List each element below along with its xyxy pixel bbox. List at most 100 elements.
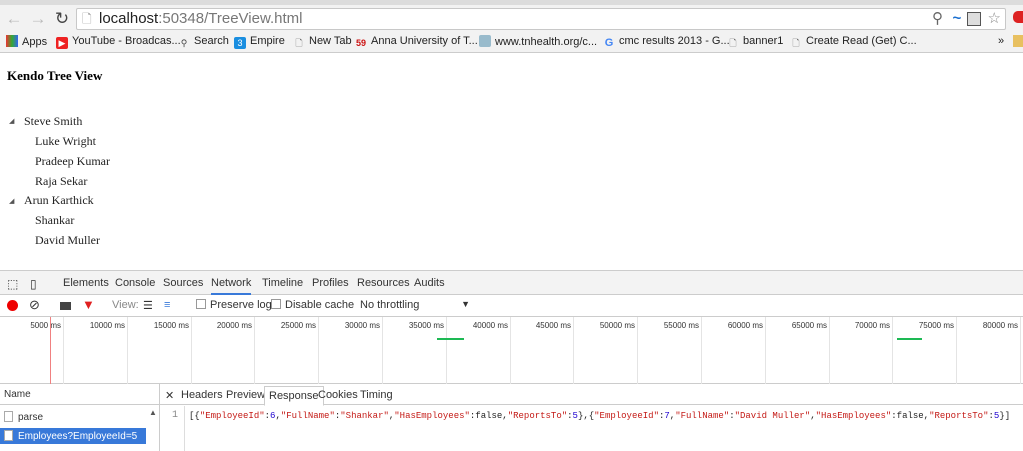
- tree-node[interactable]: Pradeep Kumar: [35, 154, 110, 169]
- bookmark-create-read[interactable]: 🗋 Create Read (Get) C...: [790, 35, 916, 49]
- google-icon: G: [604, 37, 614, 49]
- bookmark-banner1[interactable]: 🗋 banner1: [727, 35, 783, 49]
- request-detail: ✕ Headers Preview Response Cookies Timin…: [160, 384, 1023, 451]
- network-overview-timeline[interactable]: 5000 ms 10000 ms 15000 ms 20000 ms 25000 ms 3…: [0, 317, 1023, 384]
- file-icon: [4, 430, 13, 441]
- response-line: [{"EmployeeId":6,"FullName":"Shankar","H…: [189, 411, 1010, 421]
- record-button[interactable]: [7, 300, 18, 311]
- empire-icon: 3: [234, 37, 246, 49]
- bookmark-youtube[interactable]: ▶ YouTube - Broadcas...: [56, 35, 181, 49]
- timeline-tick: 10000 ms: [64, 317, 128, 384]
- bookmark-search[interactable]: ⚲ Search: [178, 35, 229, 49]
- response-body[interactable]: 1 [{"EmployeeId":6,"FullName":"Shankar",…: [160, 406, 1023, 451]
- disable-cache-checkbox[interactable]: Disable cache: [271, 299, 354, 311]
- tab-resources[interactable]: Resources: [357, 277, 410, 289]
- json-string: "ReportsTo": [929, 411, 989, 421]
- tab-headers[interactable]: Headers: [181, 389, 223, 401]
- extension-shield-icon[interactable]: [967, 12, 981, 26]
- timeline-tick: 25000 ms: [255, 317, 319, 384]
- devtools-panel: ⬚ ▯ Elements Console Sources Network Tim…: [0, 270, 1023, 451]
- network-toolbar: ⊘ ▼ View: ☰ ≡ Preserve log Disable cache…: [0, 295, 1023, 317]
- bookmark-anna-university[interactable]: 59 Anna University of T...: [355, 35, 478, 49]
- throttling-select[interactable]: No throttling ▼: [360, 299, 472, 311]
- timeline-tick: 60000 ms: [702, 317, 766, 384]
- tree-node[interactable]: Arun Karthick: [24, 193, 94, 208]
- forward-button[interactable]: →: [28, 9, 48, 29]
- tab-console[interactable]: Console: [115, 277, 155, 289]
- chevron-down-icon: ▼: [461, 299, 470, 309]
- back-button[interactable]: ←: [4, 9, 24, 29]
- folder-icon[interactable]: [1013, 35, 1023, 47]
- bookmark-apps[interactable]: Apps: [6, 35, 47, 48]
- load-event-marker: [50, 317, 51, 384]
- tab-preview[interactable]: Preview: [226, 389, 265, 401]
- waterfall-view-icon[interactable]: ≡: [164, 299, 170, 311]
- timeline-tick: 30000 ms: [319, 317, 383, 384]
- tree-node[interactable]: Luke Wright: [35, 134, 96, 149]
- json-string: "David Muller": [734, 411, 811, 421]
- tab-sources[interactable]: Sources: [163, 277, 203, 289]
- tab-network[interactable]: Network: [211, 277, 252, 295]
- json-punctuation: :false,: [469, 411, 508, 421]
- tab-response[interactable]: Response: [264, 386, 324, 406]
- bookmarks-overflow[interactable]: »: [998, 35, 1004, 47]
- view-label: View:: [112, 299, 139, 311]
- tab-elements[interactable]: Elements: [63, 277, 109, 289]
- extension-icon[interactable]: ~: [952, 9, 961, 29]
- tree-node[interactable]: David Muller: [35, 233, 100, 248]
- bookmark-tnhealth[interactable]: www.tnhealth.org/c...: [479, 35, 597, 48]
- request-row-selected[interactable]: Employees?EmployeeId=5: [0, 428, 146, 444]
- tree-node[interactable]: Steve Smith: [24, 114, 82, 129]
- json-punctuation: [{: [189, 411, 200, 421]
- timeline-tick: 50000 ms: [574, 317, 638, 384]
- tree-node[interactable]: Raja Sekar: [35, 174, 87, 189]
- bookmark-new-tab[interactable]: 🗋 New Tab: [293, 35, 351, 49]
- inspect-icon[interactable]: ⬚: [7, 277, 18, 291]
- bookmark-empire[interactable]: 3 Empire: [234, 35, 285, 49]
- zoom-icon[interactable]: ⚲: [932, 9, 943, 29]
- page-icon: 🗋: [729, 38, 737, 48]
- json-string: "FullName": [280, 411, 335, 421]
- timeline-tick: 65000 ms: [766, 317, 830, 384]
- tab-audits[interactable]: Audits: [414, 277, 445, 289]
- json-punctuation: },{: [577, 411, 595, 421]
- scroll-up-icon[interactable]: ▲: [149, 408, 157, 417]
- search-icon: ⚲: [180, 38, 188, 48]
- device-mode-icon[interactable]: ▯: [30, 277, 37, 291]
- page-icon: 🗋: [792, 38, 800, 48]
- tab-cookies[interactable]: Cookies: [318, 389, 358, 401]
- tab-timeline[interactable]: Timeline: [262, 277, 303, 289]
- clear-icon[interactable]: ⊘: [29, 297, 40, 313]
- reload-button[interactable]: ↻: [52, 9, 72, 29]
- site-icon: [479, 35, 491, 47]
- request-bar: [437, 338, 464, 340]
- tree-node[interactable]: Shankar: [35, 213, 74, 228]
- extension-red-icon[interactable]: [1013, 11, 1023, 23]
- collapse-icon[interactable]: ◢: [9, 117, 14, 125]
- page-icon: 🗋: [82, 12, 92, 26]
- collapse-icon[interactable]: ◢: [9, 197, 14, 205]
- tab-profiles[interactable]: Profiles: [312, 277, 349, 289]
- apps-icon: [6, 35, 18, 47]
- json-punctuation: }]: [999, 411, 1011, 421]
- timeline-tick: 75000 ms: [893, 317, 957, 384]
- preserve-log-checkbox[interactable]: Preserve log: [196, 299, 272, 311]
- page-icon: 🗋: [295, 38, 303, 48]
- request-row[interactable]: parse: [0, 409, 146, 425]
- capture-screenshots-icon[interactable]: [60, 302, 71, 310]
- request-bar: [897, 338, 922, 340]
- bookmark-star-icon[interactable]: ☆: [988, 9, 1001, 29]
- timeline-tick: 55000 ms: [638, 317, 702, 384]
- json-string: "ReportsTo": [507, 411, 568, 421]
- json-string: "HasEmployees": [394, 411, 470, 421]
- list-view-icon[interactable]: ☰: [143, 299, 153, 312]
- timeline-tick: 35000 ms: [383, 317, 447, 384]
- json-string: "Shankar": [340, 411, 389, 421]
- timeline-tick: 20000 ms: [191, 317, 255, 384]
- filter-icon[interactable]: ▼: [82, 297, 95, 312]
- tab-timing[interactable]: Timing: [360, 389, 393, 401]
- close-icon[interactable]: ✕: [165, 389, 174, 402]
- bookmark-cmc-results[interactable]: Gcmc results 2013 - G...: [603, 35, 730, 49]
- address-bar[interactable]: 🗋 localhost:50348/TreeView.html ⚲ ~ ☆: [76, 8, 1006, 30]
- name-column-header[interactable]: Name: [0, 384, 159, 405]
